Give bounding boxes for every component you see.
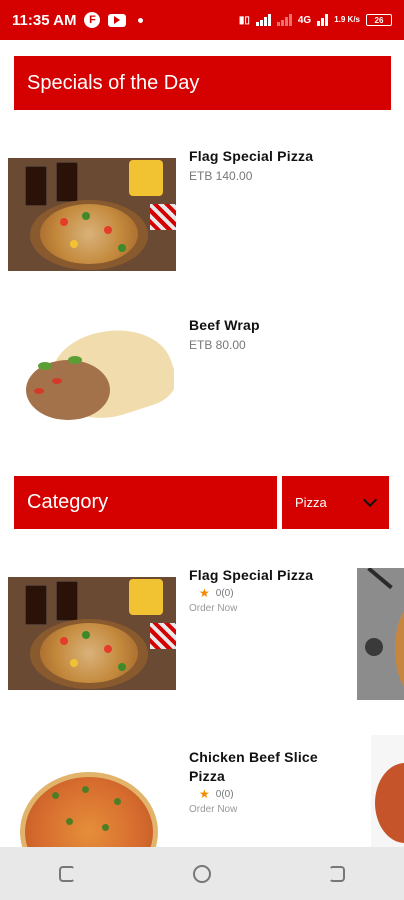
special-item-image[interactable] xyxy=(12,320,174,432)
special-item-price: ETB 80.00 xyxy=(189,338,246,352)
rating-value: 0(0) xyxy=(215,788,234,800)
category-item-image[interactable] xyxy=(12,748,172,848)
network-speed: 1.9 K/s xyxy=(334,15,360,24)
special-item-price: ETB 140.00 xyxy=(189,169,253,183)
category-item-image-peek[interactable] xyxy=(371,735,404,847)
category-item-name[interactable]: Flag Special Pizza xyxy=(189,566,313,585)
status-right: ▮▯ 4G 1.9 K/s 26 xyxy=(239,14,392,26)
back-icon xyxy=(328,865,345,882)
category-dropdown[interactable]: Pizza xyxy=(282,476,389,529)
order-now-link[interactable]: Order Now xyxy=(189,804,237,815)
back-button[interactable] xyxy=(317,854,357,894)
order-now-link[interactable]: Order Now xyxy=(189,603,237,614)
pizza-edge-icon xyxy=(375,763,404,843)
category-item-image-peek[interactable] xyxy=(357,568,404,700)
signal-dim-icon xyxy=(276,14,292,26)
rating-row: ★ 0(0) xyxy=(199,586,234,600)
special-item-name[interactable]: Beef Wrap xyxy=(189,316,260,335)
utensil-icon xyxy=(367,568,393,590)
star-icon: ★ xyxy=(199,787,210,801)
category-dropdown-value: Pizza xyxy=(295,495,327,510)
signal-icon xyxy=(255,14,271,26)
bowl-icon xyxy=(365,638,383,656)
battery-icon: 26 xyxy=(366,14,392,26)
status-time: 11:35 AM xyxy=(12,11,77,29)
network-type: 4G xyxy=(297,14,312,26)
dot-icon xyxy=(138,17,144,23)
wifi-icon xyxy=(317,14,329,26)
f-circle-icon: F xyxy=(84,12,101,28)
home-icon xyxy=(192,864,211,883)
category-item-name[interactable]: Chicken Beef Slice Pizza xyxy=(189,748,339,786)
chevron-down-icon xyxy=(362,492,378,508)
rating-value: 0(0) xyxy=(215,587,234,599)
youtube-icon xyxy=(108,13,127,27)
vibrate-icon: ▮▯ xyxy=(238,14,250,26)
star-icon: ★ xyxy=(199,586,210,600)
special-item-image[interactable] xyxy=(8,158,176,271)
special-item-name[interactable]: Flag Special Pizza xyxy=(189,147,313,166)
recent-apps-button[interactable] xyxy=(47,854,87,894)
category-header: Category xyxy=(14,476,277,529)
home-button[interactable] xyxy=(182,854,222,894)
category-item-image[interactable] xyxy=(8,577,176,690)
system-nav-bar xyxy=(0,847,404,900)
pizza-edge-icon xyxy=(395,604,404,694)
status-bar: 11:35 AM F ▮▯ 4G 1.9 K/s 26 xyxy=(0,0,404,40)
specials-header: Specials of the Day xyxy=(14,56,391,110)
recent-apps-icon xyxy=(59,865,76,882)
rating-row: ★ 0(0) xyxy=(199,787,234,801)
